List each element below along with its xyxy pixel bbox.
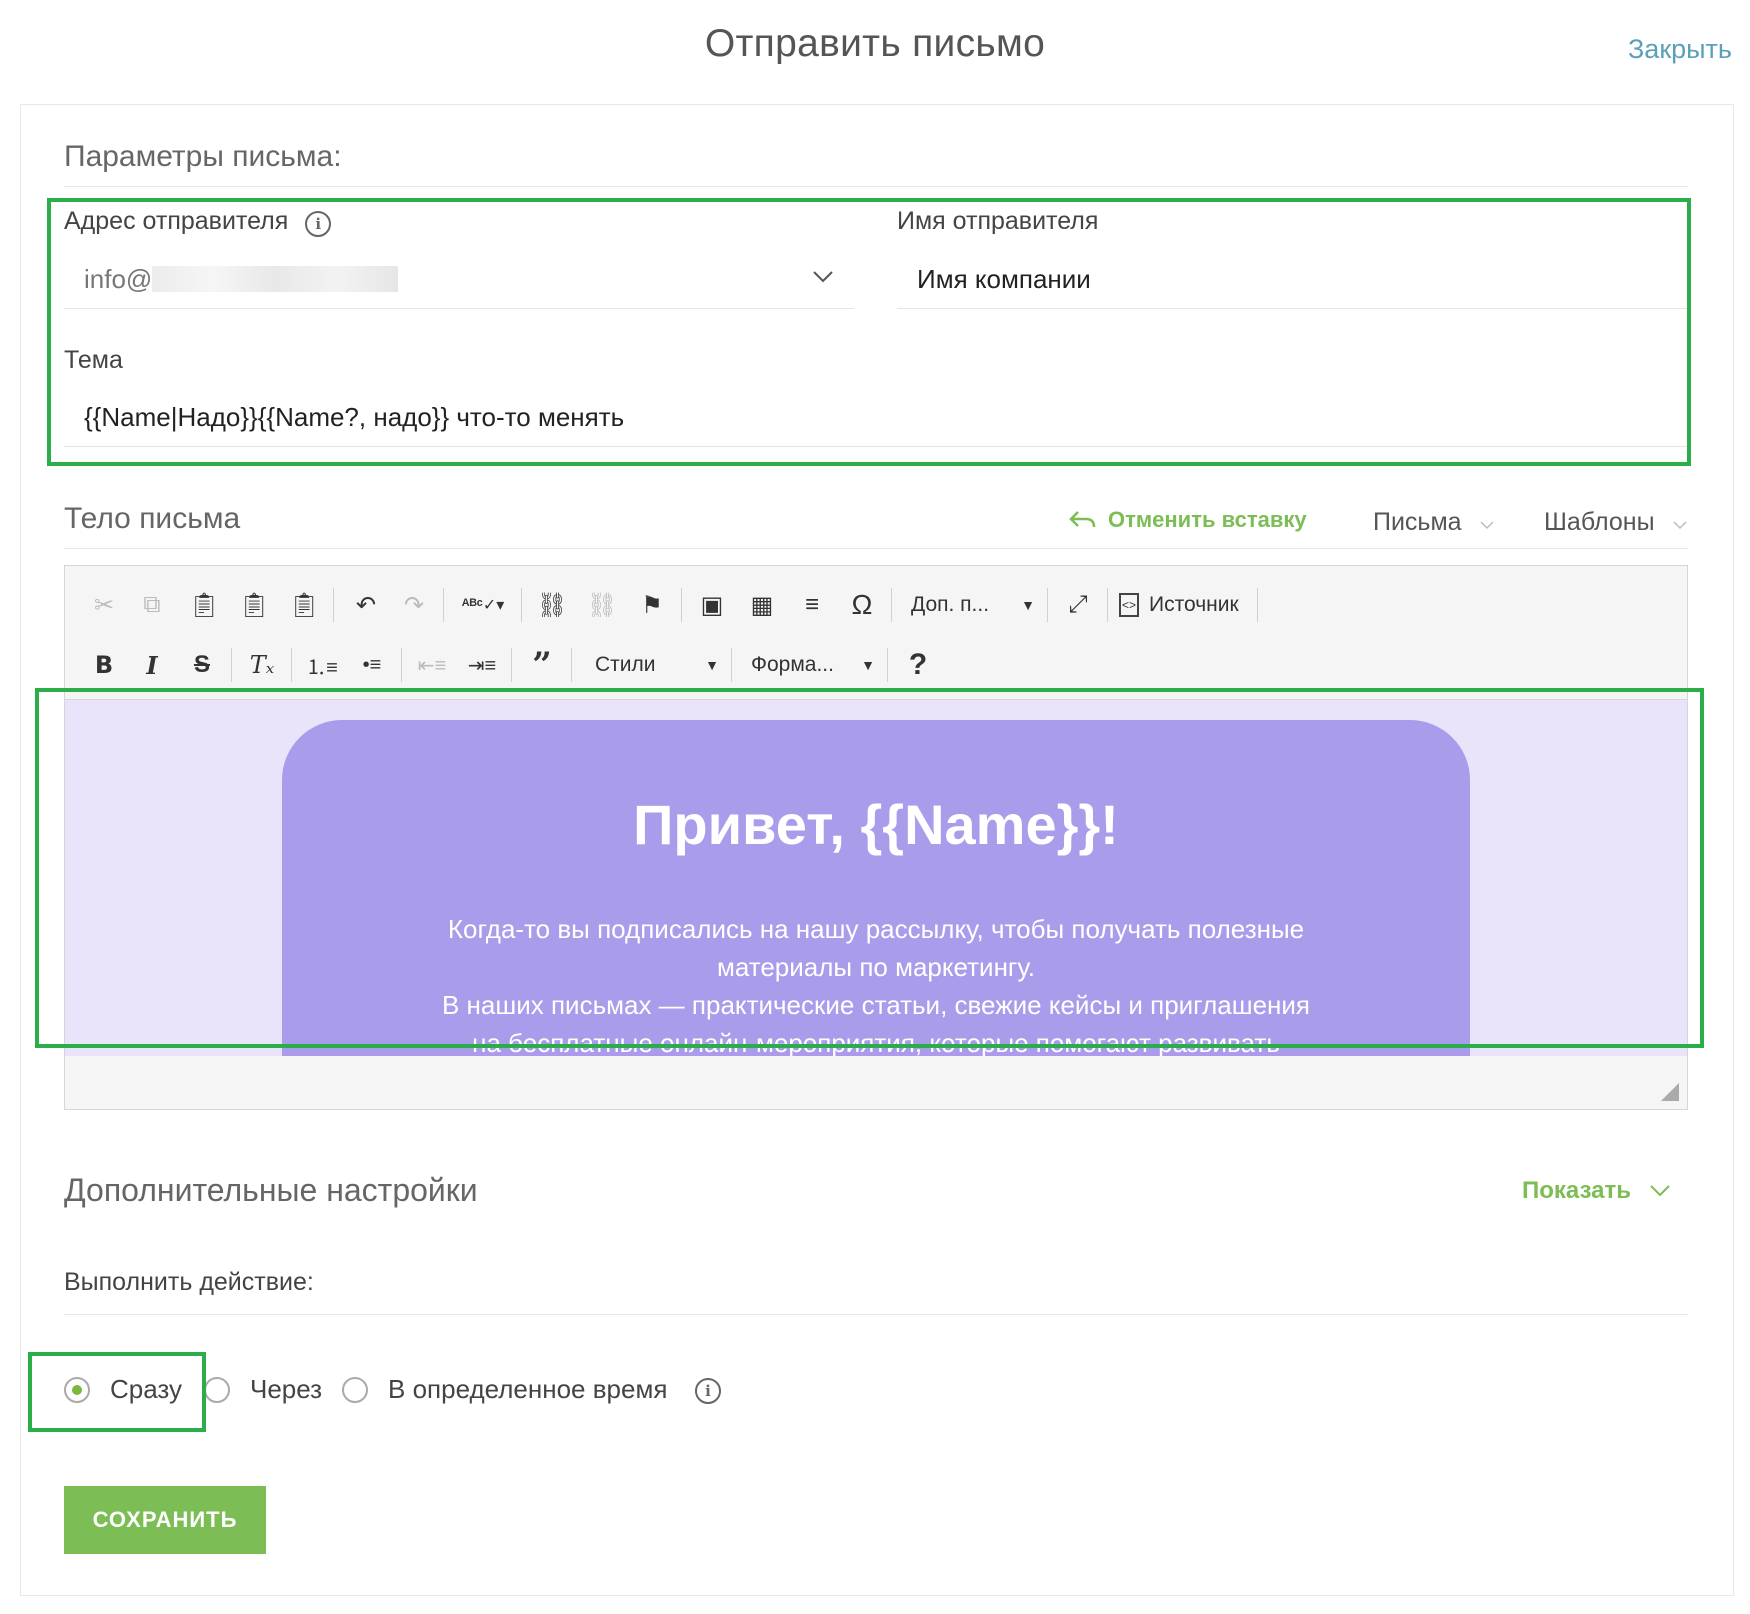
styles-combo-label: Стили — [595, 653, 656, 676]
separator — [1257, 588, 1258, 622]
help-icon[interactable]: ? — [897, 644, 939, 686]
bold-icon[interactable]: B — [83, 644, 125, 686]
radio-scheduled-label[interactable]: В определенное время — [388, 1374, 667, 1405]
paste-text-icon[interactable]: 📋︎ — [233, 584, 275, 626]
info-icon[interactable]: i — [695, 1378, 721, 1404]
separator — [1047, 588, 1048, 622]
body-heading: Тело письма — [64, 502, 241, 535]
chevron-down-icon — [1650, 1185, 1670, 1197]
separator — [731, 648, 732, 682]
table-icon[interactable]: ▦ — [741, 584, 783, 626]
source-button[interactable]: <> Источник — [1119, 584, 1239, 626]
highlight-box-editor — [35, 688, 1704, 1048]
more-combo[interactable]: Доп. п... ▼ — [911, 584, 1035, 626]
format-combo-label: Форма... — [751, 653, 834, 676]
undo-paste-link[interactable]: Отменить вставку — [1068, 507, 1307, 533]
divider — [64, 1314, 1688, 1315]
unlink-icon[interactable]: ⛓ — [581, 584, 623, 626]
separator — [511, 648, 512, 682]
maximize-icon[interactable]: ⤢ — [1057, 584, 1099, 626]
letters-label: Письма — [1373, 508, 1462, 536]
outdent-icon[interactable]: ⇤≡ — [411, 644, 453, 686]
show-label: Показать — [1522, 1177, 1632, 1204]
paste-icon[interactable]: 📋︎ — [183, 584, 225, 626]
source-label: Источник — [1149, 593, 1239, 616]
separator — [443, 588, 444, 622]
horizontal-line-icon[interactable]: ≡ — [791, 584, 833, 626]
letters-dropdown[interactable]: Письма — [1373, 508, 1495, 537]
highlight-box-radio — [28, 1352, 206, 1432]
extra-settings-heading: Дополнительные настройки — [64, 1172, 478, 1208]
link-icon[interactable]: ⛓ — [531, 584, 573, 626]
separator — [1107, 588, 1108, 622]
separator — [401, 648, 402, 682]
dropdown-arrow-icon: ▼ — [705, 657, 719, 673]
resize-handle-icon[interactable] — [1661, 1083, 1679, 1101]
editor-toolbar: ✂ ⧉ 📋︎ 📋︎ 📋︎ ↶ ↷ ᴬᴮᶜ✓▾ ⛓ ⛓ ⚑ ▣ ▦ ≡ Ω Доп… — [64, 565, 1688, 699]
templates-label: Шаблоны — [1544, 508, 1655, 536]
copy-icon[interactable]: ⧉ — [131, 584, 173, 626]
undo-icon — [1069, 511, 1096, 528]
blockquote-icon[interactable]: ” — [521, 644, 563, 686]
special-char-icon[interactable]: Ω — [841, 584, 883, 626]
divider — [64, 186, 1688, 187]
more-combo-label: Доп. п... — [911, 593, 990, 616]
strikethrough-icon[interactable]: S — [181, 644, 223, 686]
cut-icon[interactable]: ✂ — [83, 584, 125, 626]
separator — [333, 588, 334, 622]
action-label: Выполнить действие: — [64, 1268, 314, 1296]
separator — [521, 588, 522, 622]
close-link[interactable]: Закрыть — [1628, 34, 1732, 65]
bulleted-list-icon[interactable]: •≡ — [351, 644, 393, 686]
save-button[interactable]: СОХРАНИТЬ — [64, 1486, 266, 1554]
dropdown-arrow-icon: ▼ — [1021, 597, 1035, 613]
separator — [571, 648, 572, 682]
params-heading: Параметры письма: — [64, 140, 342, 173]
radio-after-label[interactable]: Через — [250, 1374, 322, 1405]
divider — [64, 548, 1688, 549]
page-title: Отправить письмо — [704, 22, 1046, 65]
italic-icon[interactable]: I — [131, 644, 173, 686]
radio-after[interactable] — [204, 1377, 230, 1403]
image-icon[interactable]: ▣ — [691, 584, 733, 626]
separator — [291, 648, 292, 682]
separator — [891, 588, 892, 622]
undo-icon[interactable]: ↶ — [345, 584, 387, 626]
dropdown-arrow-icon: ▼ — [861, 657, 875, 673]
redo-icon[interactable]: ↷ — [393, 584, 435, 626]
styles-combo[interactable]: Стили ▼ — [595, 644, 719, 686]
indent-icon[interactable]: ⇥≡ — [461, 644, 503, 686]
chevron-down-icon — [1672, 521, 1687, 530]
undo-paste-label: Отменить вставку — [1108, 507, 1307, 532]
source-icon: <> — [1119, 593, 1139, 617]
templates-dropdown[interactable]: Шаблоны — [1544, 508, 1688, 537]
numbered-list-icon[interactable]: ⒈≡ — [301, 644, 343, 686]
show-extra-toggle[interactable]: Показать — [1522, 1177, 1671, 1205]
highlight-box-params — [47, 198, 1691, 466]
remove-format-icon[interactable]: Tₓ — [241, 644, 283, 686]
anchor-flag-icon[interactable]: ⚑ — [631, 584, 673, 626]
chevron-down-icon — [1479, 521, 1494, 530]
editor-footer — [64, 1056, 1688, 1110]
spellcheck-icon[interactable]: ᴬᴮᶜ✓▾ — [455, 584, 511, 626]
format-combo[interactable]: Форма... ▼ — [751, 644, 875, 686]
separator — [681, 588, 682, 622]
separator — [231, 648, 232, 682]
radio-scheduled[interactable] — [342, 1377, 368, 1403]
paste-word-icon[interactable]: 📋︎ — [283, 584, 325, 626]
separator — [887, 648, 888, 682]
